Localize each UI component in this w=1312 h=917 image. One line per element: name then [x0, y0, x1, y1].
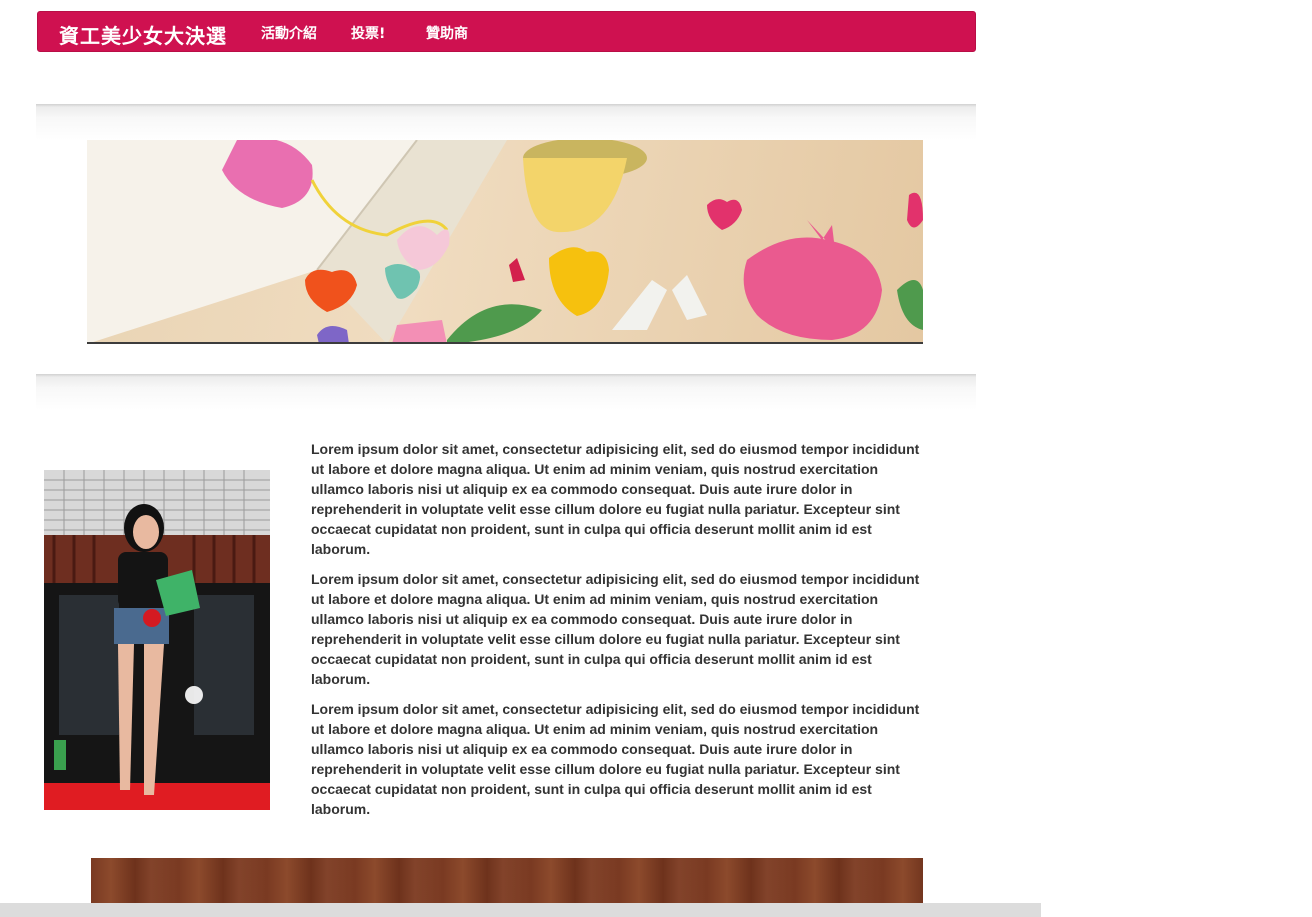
brand-title[interactable]: 資工美少女大決選: [59, 20, 227, 49]
banner-illustration: [87, 140, 923, 342]
content-text: Lorem ipsum dolor sit amet, consectetur …: [311, 439, 921, 829]
cup-body: [523, 158, 627, 233]
pink-flower-shape: [743, 237, 882, 340]
nav-item-vote[interactable]: 投票!: [351, 23, 385, 43]
contestant-illustration: [44, 470, 270, 810]
paragraph-3: Lorem ipsum dolor sit amet, consectetur …: [311, 701, 920, 817]
yellow-heart-shape: [549, 247, 609, 316]
nav-item-sponsors[interactable]: 贊助商: [426, 23, 468, 43]
denim-shorts: [114, 608, 169, 644]
top-navbar: 資工美少女大決選 活動介紹 投票! 贊助商: [37, 11, 976, 52]
nav-item-event-intro[interactable]: 活動介紹: [261, 23, 317, 43]
paragraph-2: Lorem ipsum dolor sit amet, consectetur …: [311, 571, 920, 687]
horizontal-scrollbar[interactable]: [0, 903, 1041, 917]
divider-shadow-top: [36, 104, 976, 140]
paragraph-1: Lorem ipsum dolor sit amet, consectetur …: [311, 441, 920, 557]
green-leaf: [447, 304, 542, 342]
divider-shadow-bottom: [36, 374, 976, 410]
contestant-photo: [44, 470, 270, 810]
banner-image: [87, 140, 923, 344]
